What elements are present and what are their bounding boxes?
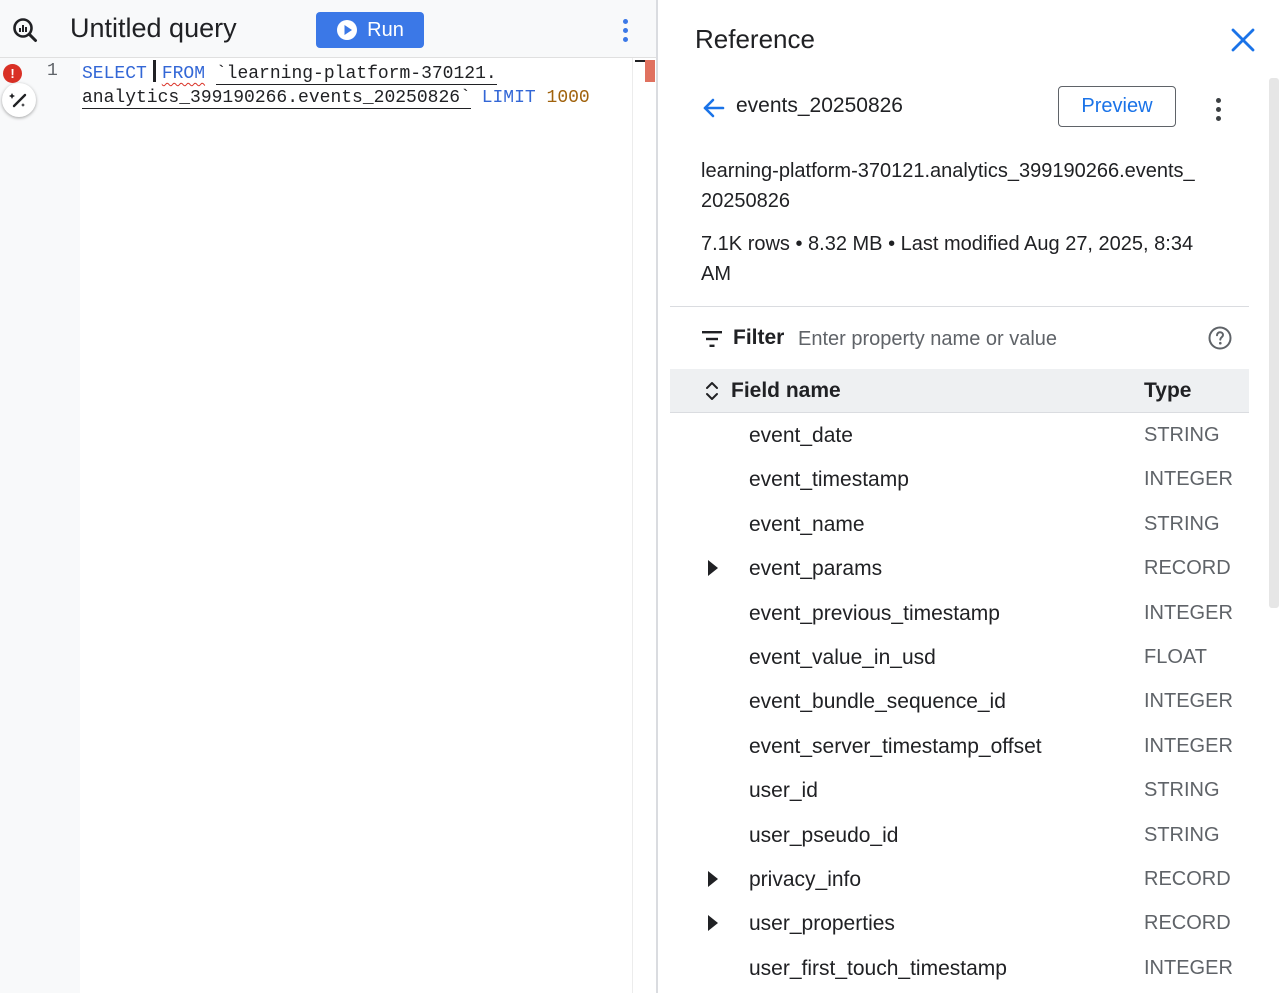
field-name: user_id (749, 779, 818, 803)
field-type: FLOAT (1144, 645, 1207, 668)
field-type: INTEGER (1144, 690, 1233, 713)
run-button[interactable]: Run (316, 12, 424, 48)
play-circle-icon (337, 20, 358, 40)
editor-overview-ruler (632, 58, 633, 993)
query-editor-pane: Untitled query Run ! 1 SELECT FROM `learn… (0, 0, 656, 993)
field-name: event_server_timestamp_offset (749, 734, 1042, 758)
filter-list-icon (702, 331, 722, 347)
error-icon[interactable]: ! (3, 64, 22, 83)
table-stats: 7.1K rows • 8.32 MB • Last modified Aug … (701, 233, 1194, 285)
schema-field-row[interactable]: event_value_in_usd FLOAT (670, 636, 1249, 680)
schema-field-row[interactable]: event_date STRING (670, 414, 1249, 458)
arrow-right-icon[interactable] (708, 915, 718, 932)
schema-field-row[interactable]: privacy_info RECORD (670, 858, 1249, 902)
unfold-icon[interactable] (704, 379, 720, 403)
field-name: event_date (749, 424, 853, 447)
sql-keyword-limit: LIMIT (481, 88, 536, 108)
field-name: privacy_info (749, 867, 862, 891)
field-name: event_previous_timestamp (749, 601, 1000, 625)
reference-title: Reference (695, 24, 815, 54)
schema-field-row[interactable]: event_bundle_sequence_id INTEGER (670, 680, 1249, 724)
query-title[interactable]: Untitled query (70, 13, 237, 44)
field-type: STRING (1144, 779, 1220, 802)
reference-scrollbar[interactable] (1269, 78, 1279, 608)
field-name: event_timestamp (749, 468, 909, 492)
field-type: RECORD (1144, 867, 1231, 890)
schema-field-row[interactable]: user_pseudo_id STRING (670, 814, 1249, 858)
help-icon[interactable] (1208, 326, 1232, 350)
schema-field-row[interactable]: event_previous_timestamp INTEGER (670, 592, 1249, 636)
schema-field-list: event_date STRING event_timestamp INTEGER ev… (670, 414, 1249, 991)
text-cursor (152, 60, 156, 82)
field-type: STRING (1144, 424, 1220, 446)
sql-table-ref-part1: `learning-platform-370121. (215, 64, 497, 85)
magic-pen-icon[interactable] (2, 83, 36, 117)
schema-field-row[interactable]: event_timestamp INTEGER (670, 458, 1249, 502)
field-type: RECORD (1144, 557, 1231, 580)
schema-field-row[interactable]: event_params RECORD (670, 547, 1249, 591)
editor-toolbar: Untitled query Run (0, 0, 656, 58)
schema-field-row[interactable]: user_properties RECORD (670, 902, 1249, 946)
arrow-right-icon[interactable] (708, 560, 718, 577)
sql-code[interactable]: SELECT FROM `learning-platform-370121. an… (82, 60, 590, 110)
field-type: INTEGER (1144, 956, 1233, 979)
field-type: INTEGER (1144, 601, 1233, 624)
reference-panel: Reference events_20250826 Preview learni… (658, 0, 1280, 993)
arrow-back-icon[interactable] (702, 96, 726, 120)
query-search-icon[interactable] (12, 17, 38, 43)
error-scroll-marker[interactable] (635, 60, 655, 82)
column-header-type: Type (1144, 379, 1192, 402)
field-name: event_bundle_sequence_id (749, 690, 1006, 714)
filter-input[interactable] (798, 322, 1188, 356)
editor-more-vert-icon[interactable] (613, 14, 637, 46)
sql-keyword-select: SELECT (82, 64, 147, 84)
filter-bar: Filter (670, 316, 1249, 362)
field-name: event_params (749, 557, 883, 581)
run-button-label: Run (367, 18, 404, 41)
field-name: event_value_in_usd (749, 645, 936, 669)
preview-button[interactable]: Preview (1058, 86, 1176, 127)
editor-gutter (0, 58, 80, 993)
field-name: user_pseudo_id (749, 823, 899, 847)
schema-field-row[interactable]: event_name STRING (670, 503, 1249, 547)
table-name: events_20250826 (736, 94, 903, 117)
field-name: event_name (749, 512, 865, 536)
field-type: INTEGER (1144, 468, 1233, 491)
schema-header-row: Field name Type (670, 369, 1249, 413)
schema-field-row[interactable]: event_server_timestamp_offset INTEGER (670, 725, 1249, 769)
table-full-path: learning-platform-370121.analytics_39919… (701, 160, 1195, 212)
field-type: RECORD (1144, 912, 1231, 935)
field-name: user_first_touch_timestamp (749, 956, 1007, 980)
sql-table-ref-part2: analytics_399190266.events_20250826` (82, 88, 471, 109)
field-name: user_properties (749, 912, 895, 936)
sql-keyword-from: FROM (161, 64, 206, 84)
sql-limit-value: 1000 (546, 88, 590, 108)
field-type: INTEGER (1144, 734, 1233, 757)
close-icon[interactable] (1230, 27, 1256, 53)
filter-label: Filter (733, 326, 785, 349)
schema-field-row[interactable]: user_first_touch_timestamp INTEGER (670, 947, 1249, 991)
reference-more-vert-icon[interactable] (1207, 96, 1229, 122)
section-divider (670, 306, 1249, 307)
field-type: STRING (1144, 823, 1220, 846)
schema-field-row[interactable]: user_id STRING (670, 769, 1249, 813)
line-number: 1 (47, 61, 58, 81)
field-type: STRING (1144, 512, 1220, 535)
column-header-field-name[interactable]: Field name (731, 379, 841, 403)
arrow-right-icon[interactable] (708, 870, 718, 887)
